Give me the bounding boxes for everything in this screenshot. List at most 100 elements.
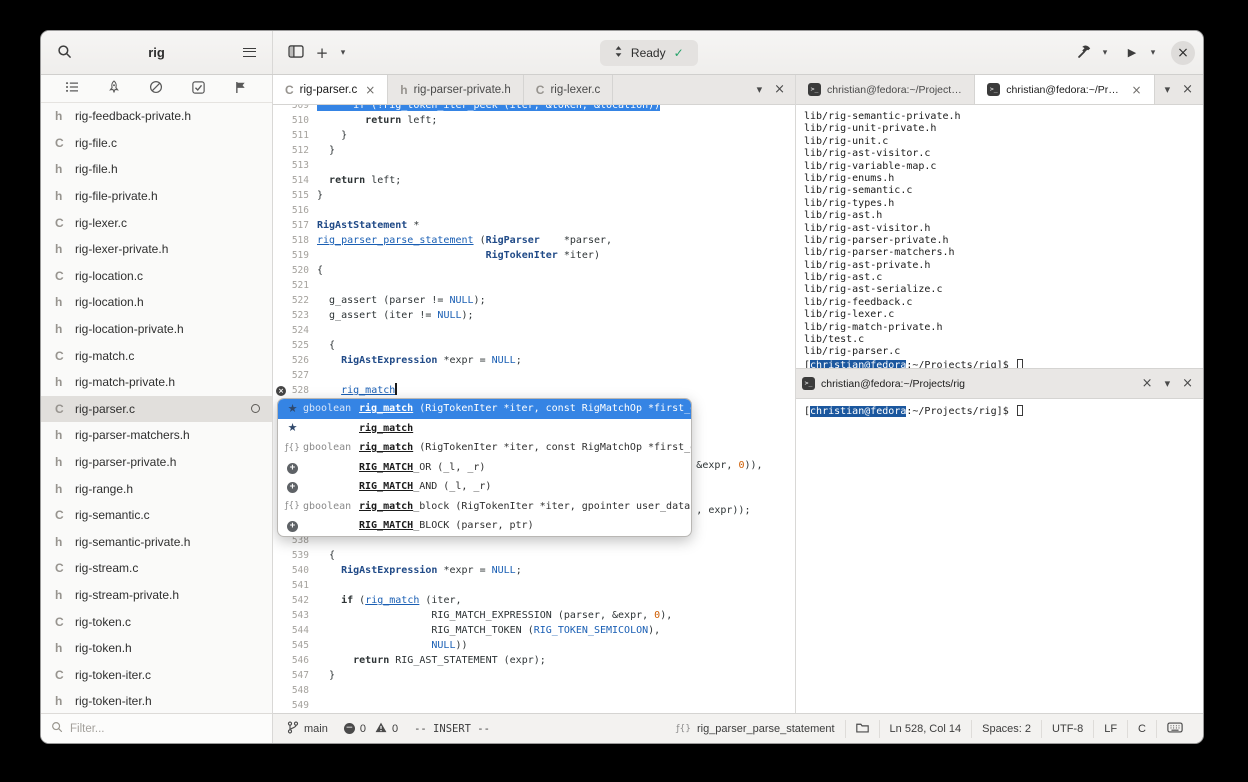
line-number-text: 517: [291, 220, 309, 231]
file-row[interactable]: h rig-semantic-private.h: [41, 529, 272, 556]
window-close-button[interactable]: ×: [1171, 40, 1195, 65]
completion-item[interactable]: ƒ{} gboolean rig_match (RigTokenIter *iter…: [278, 438, 691, 458]
current-symbol[interactable]: ƒ{} rig_parser_parse_statement: [666, 720, 844, 738]
keyboard-icon: [1167, 721, 1183, 736]
terminal-panel-close[interactable]: ×: [1182, 376, 1193, 391]
file-row[interactable]: Crig-location.c: [41, 263, 272, 290]
run-button[interactable]: ▶: [1119, 40, 1145, 66]
omnibar-button[interactable]: Ready ✓: [599, 39, 698, 66]
build-dropdown[interactable]: ▾: [1097, 40, 1113, 66]
terminal-tab-dropdown[interactable]: ▾: [1165, 377, 1171, 390]
completion-item[interactable]: ƒ{} gboolean rig_match_block (RigTokenIter…: [278, 497, 691, 517]
editor-tab[interactable]: Crig-parser.c ×: [273, 75, 389, 104]
completion-item[interactable]: ★ gboolean rig_match (RigTokenIter *iter, …: [278, 399, 691, 419]
file-row[interactable]: h rig-range.h: [41, 475, 272, 502]
file-row[interactable]: h rig-file.h: [41, 156, 272, 183]
branch-indicator[interactable]: main: [287, 721, 328, 737]
tab-label: rig-lexer.c: [550, 83, 601, 96]
indentation-setting[interactable]: Spaces: 2: [971, 719, 1041, 738]
sidebar-tool-project-tree[interactable]: [60, 78, 84, 100]
file-name: rig-location.c: [75, 268, 144, 283]
cursor-position[interactable]: Ln 528, Col 14: [878, 719, 972, 738]
file-row[interactable]: h rig-file-private.h: [41, 183, 272, 210]
sidebar-tool-flags[interactable]: [229, 78, 253, 100]
code-text: RIG_MATCH_EXPRESSION (parser, &expr, 0),: [317, 608, 672, 623]
code-token: }: [317, 130, 348, 141]
run-dropdown[interactable]: ▾: [1145, 40, 1161, 66]
file-row[interactable]: h rig-parser-private.h: [41, 449, 272, 476]
file-row[interactable]: h rig-token.h: [41, 635, 272, 662]
encoding-setting[interactable]: UTF-8: [1041, 719, 1093, 738]
file-row[interactable]: h rig-parser-matchers.h: [41, 422, 272, 449]
filter-input[interactable]: [70, 722, 220, 735]
terminal-output-line: lib/rig-variable-map.c: [804, 160, 937, 172]
file-row[interactable]: h rig-token-iter.h: [41, 688, 272, 713]
terminal-tab-dropdown[interactable]: ▾: [1165, 83, 1171, 96]
editor-tab[interactable]: h rig-parser-private.h: [388, 75, 524, 104]
build-button[interactable]: [1071, 40, 1097, 66]
completion-item[interactable]: + RIG_MATCH_OR (_l, _r): [278, 458, 691, 478]
line-number: 524: [273, 323, 317, 338]
terminal-bottom-tab[interactable]: >_ christian@fedora:~/Projects/rig: [796, 369, 971, 398]
tab-close-icon[interactable]: ×: [1142, 376, 1153, 391]
file-row[interactable]: h rig-location.h: [41, 289, 272, 316]
diagnostics-summary[interactable]: − 0 0: [343, 722, 399, 736]
keyboard-button[interactable]: [1156, 719, 1193, 738]
terminal-output-line: lib/rig-ast-visitor.h: [804, 222, 931, 234]
file-row[interactable]: Crig-file.c: [41, 130, 272, 157]
editor-close-button[interactable]: ×: [774, 82, 785, 97]
code-token: NULL: [491, 565, 516, 576]
new-document-dropdown[interactable]: ▾: [335, 40, 351, 66]
file-row[interactable]: h rig-feedback-private.h: [41, 103, 272, 130]
code-token: (: [353, 595, 366, 606]
language-setting[interactable]: C: [1127, 719, 1156, 738]
search-button[interactable]: [51, 40, 77, 66]
file-row[interactable]: Crig-stream.c: [41, 555, 272, 582]
editor-tab-list-dropdown[interactable]: ▾: [757, 83, 763, 96]
sidebar-tool-diagnostics[interactable]: [144, 78, 168, 100]
terminal-panel-close[interactable]: ×: [1182, 82, 1193, 97]
terminal-top-content[interactable]: lib/rig-semantic-private.h lib/rig-unit-p…: [796, 105, 1203, 368]
file-row[interactable]: Crig-token-iter.c: [41, 661, 272, 688]
sidebar-tool-todo[interactable]: [187, 78, 211, 100]
file-row[interactable]: h rig-stream-private.h: [41, 582, 272, 609]
file-row[interactable]: h rig-lexer-private.h: [41, 236, 272, 263]
code-line: 513: [273, 158, 795, 173]
sidebar-tool-build-pipeline[interactable]: [102, 78, 126, 100]
file-name: rig-lexer.c: [75, 215, 128, 230]
file-row[interactable]: Crig-semantic.c: [41, 502, 272, 529]
file-row[interactable]: Crig-match.c: [41, 342, 272, 369]
file-row[interactable]: h rig-location-private.h: [41, 316, 272, 343]
terminal-tab[interactable]: >_ christian@fedora:~/Projects ×: [975, 75, 1155, 104]
code-token: {: [317, 550, 336, 561]
file-row[interactable]: Crig-parser.c: [41, 395, 272, 423]
code-text: NULL)): [317, 638, 467, 653]
terminal-output-line: lib/rig-parser-matchers.h: [804, 247, 955, 259]
code-line: × 528 rig_match: [273, 383, 795, 398]
completion-item[interactable]: + RIG_MATCH_BLOCK (parser, ptr): [278, 516, 691, 536]
line-ending-setting[interactable]: LF: [1093, 719, 1127, 738]
menu-button[interactable]: [236, 40, 262, 66]
completion-item[interactable]: ★ rig_match: [278, 419, 691, 439]
code-token: RigAstStatement: [317, 220, 408, 231]
terminal-bottom-content[interactable]: [christian@fedora:~/Projects/rig]$: [796, 399, 1203, 713]
code-text: {: [317, 548, 335, 563]
warning-count: 0: [391, 722, 399, 735]
tab-close-icon[interactable]: ×: [1132, 84, 1142, 96]
editor-tab[interactable]: Crig-lexer.c: [524, 75, 614, 104]
file-row[interactable]: Crig-lexer.c: [41, 209, 272, 236]
terminal-panel: >_ christian@fedora:~/Projects/rig >_ chris…: [796, 75, 1203, 713]
tab-close-icon[interactable]: ×: [365, 84, 375, 96]
code-editor[interactable]: 509 if (!rig_token_iter_peek (iter, &tok…: [273, 105, 795, 713]
line-number-text: 514: [291, 175, 309, 186]
completion-rest: (RigTokenIter *iter, const RigMatchOp *f…: [419, 403, 691, 415]
code-text: RigTokenIter *iter): [317, 248, 600, 263]
project-folder-button[interactable]: [844, 719, 879, 738]
file-row[interactable]: Crig-token.c: [41, 608, 272, 635]
new-document-button[interactable]: +: [309, 40, 335, 66]
terminal-tab[interactable]: >_ christian@fedora:~/Projects/rig: [796, 75, 976, 104]
completion-item[interactable]: + RIG_MATCH_AND (_l, _r): [278, 477, 691, 497]
file-row[interactable]: h rig-match-private.h: [41, 369, 272, 396]
line-number: 522: [273, 293, 317, 308]
panel-toggle-button[interactable]: [283, 40, 309, 66]
